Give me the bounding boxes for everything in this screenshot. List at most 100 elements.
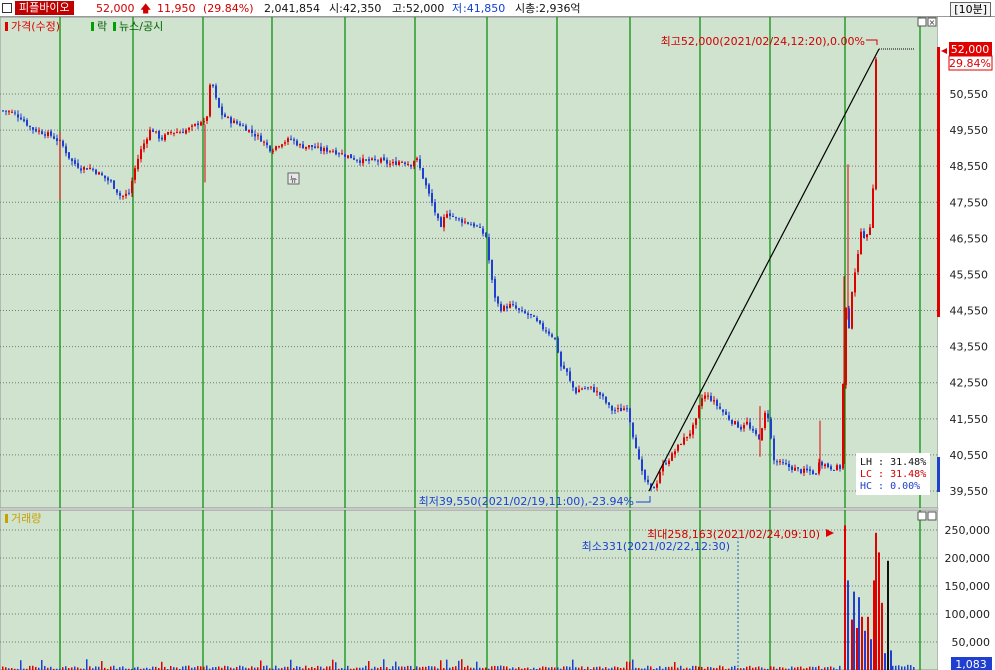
- price-range-bar: [937, 47, 940, 317]
- volume-bar: [875, 532, 877, 670]
- candle-body: [206, 116, 208, 121]
- volume-bar: [861, 616, 863, 670]
- candle-body: [32, 127, 34, 130]
- current-pct-box-label: 29.84%: [949, 57, 991, 70]
- candle-body: [875, 59, 877, 190]
- select-checkbox[interactable]: [2, 3, 12, 13]
- stock-name[interactable]: 피플바이오: [15, 1, 74, 15]
- volume-bar: [182, 666, 184, 670]
- candle-body: [260, 135, 262, 142]
- volume-bar: [239, 665, 241, 670]
- candle-body: [14, 112, 16, 114]
- candle-body: [86, 168, 88, 170]
- candle-body: [515, 305, 517, 309]
- volume-panel-close-button[interactable]: [927, 511, 937, 521]
- volume-bar: [242, 666, 244, 670]
- low-price: :41,850: [463, 2, 506, 15]
- candle-body: [869, 227, 871, 235]
- price-tick-label: 49,550: [950, 124, 989, 137]
- candle-body: [482, 228, 484, 234]
- legend-news[interactable]: 뉴스/공시: [119, 20, 163, 33]
- legend-price[interactable]: 가격(수정): [11, 20, 60, 33]
- candle-body: [770, 419, 772, 438]
- volume-bar: [200, 666, 202, 670]
- volume-bar: [41, 659, 43, 670]
- volume-bar: [326, 666, 328, 670]
- candle-body: [101, 173, 103, 176]
- price-tick-label: 40,550: [950, 449, 989, 462]
- candle-body: [278, 146, 280, 148]
- candle-body: [575, 387, 577, 394]
- candle-body: [23, 119, 25, 122]
- candle-body: [797, 467, 799, 469]
- candle-body: [2, 110, 4, 112]
- candle-body: [341, 153, 343, 155]
- candle-body: [665, 463, 667, 465]
- candle-body: [560, 351, 562, 367]
- candle-body: [578, 389, 580, 393]
- candle-body: [860, 231, 862, 254]
- candle-body: [356, 159, 358, 161]
- candle-body: [647, 479, 649, 483]
- candle-body: [293, 139, 295, 141]
- candle-body: [554, 337, 556, 340]
- candle-body: [707, 395, 709, 397]
- candle-body: [398, 161, 400, 166]
- legend-volume-swatch: [5, 514, 8, 523]
- candle-body: [98, 172, 100, 175]
- legend-rak-swatch: [91, 22, 94, 31]
- candle-body: [677, 444, 679, 451]
- volume-bar: [858, 597, 860, 670]
- candle-body: [779, 461, 781, 463]
- candle-body: [266, 142, 268, 146]
- volume-bar: [878, 552, 880, 670]
- volume-bar: [851, 619, 853, 670]
- candle-body: [104, 175, 106, 179]
- candle-body: [566, 368, 568, 372]
- candle-body: [764, 412, 766, 428]
- legend-news-swatch: [113, 22, 116, 31]
- volume-bar: [599, 666, 601, 670]
- candle-body: [350, 154, 352, 159]
- candle-body: [512, 304, 514, 306]
- candle-body: [317, 146, 319, 148]
- candle-body: [389, 163, 391, 165]
- candle-body: [527, 313, 529, 315]
- candle-body: [734, 421, 736, 425]
- candle-body: [593, 386, 595, 393]
- candle-body: [287, 138, 289, 142]
- candle-body: [845, 307, 847, 385]
- candle-body: [704, 395, 706, 399]
- candle-body: [239, 123, 241, 126]
- current-price-box-label: 52,000: [951, 43, 990, 56]
- candle-body: [521, 310, 523, 312]
- period-selector[interactable]: [10분]: [950, 2, 991, 17]
- candle-body: [668, 460, 670, 465]
- volume-bar: [260, 660, 262, 670]
- panel-maximize-button[interactable]: [917, 17, 927, 27]
- legend-rak[interactable]: 락: [97, 20, 107, 33]
- candle-body: [56, 138, 58, 141]
- candle-body: [302, 144, 304, 149]
- volume-bar: [650, 666, 652, 670]
- quote-header: 피플바이오 52,000 🡅 11,950 (29.84%) 2,041,854…: [0, 0, 995, 17]
- candle-body: [428, 184, 430, 194]
- candle-body: [824, 464, 826, 467]
- volume-bar: [188, 665, 190, 670]
- volume-bar: [864, 630, 866, 670]
- candle-body: [749, 422, 751, 429]
- candle-body: [41, 131, 43, 135]
- volume-bar: [431, 666, 433, 670]
- volume-bar: [887, 560, 889, 670]
- candle-body: [821, 461, 823, 466]
- volume-panel-maximize-button[interactable]: [917, 511, 927, 521]
- candle-body: [776, 461, 778, 463]
- candle-body: [536, 317, 538, 321]
- volume-bar: [898, 665, 900, 670]
- news-marker-label: 뉴: [290, 175, 297, 184]
- volume-bar: [347, 665, 349, 670]
- candle-body: [854, 272, 856, 293]
- candle-body: [173, 132, 175, 134]
- legend-volume[interactable]: 거래량: [11, 512, 41, 525]
- candle-body: [827, 463, 829, 468]
